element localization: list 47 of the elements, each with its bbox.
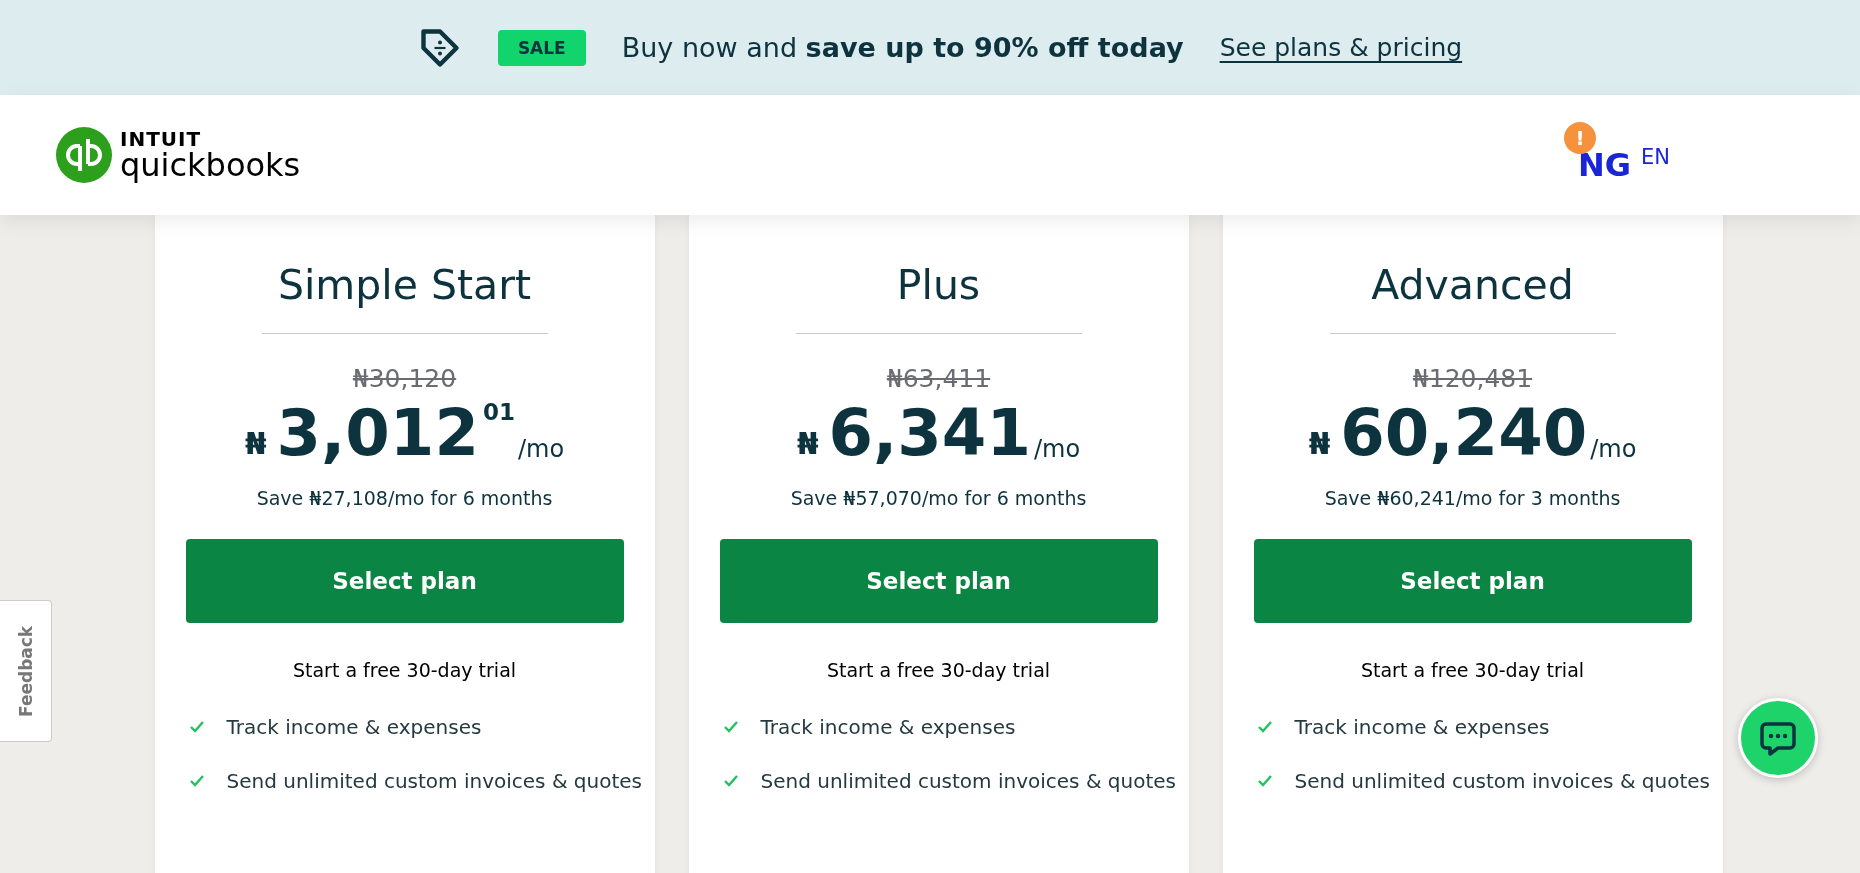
brand-name: INTUIT	[120, 129, 203, 149]
free-trial-text: Start a free 30-day trial	[292, 659, 517, 681]
price-period: /mo	[1590, 437, 1637, 461]
original-price: ₦63,411	[886, 364, 991, 393]
plan-name: Plus	[896, 261, 981, 309]
checkmark-icon	[1256, 720, 1273, 734]
checkmark-icon	[722, 774, 739, 788]
checkmark-icon	[188, 774, 205, 788]
sale-badge: SALE	[497, 29, 586, 66]
brand-name: quickbooks	[120, 149, 301, 181]
select-plan-button[interactable]: Select plan	[1253, 539, 1692, 623]
feedback-tab[interactable]: Feedback	[0, 600, 52, 742]
savings-text: Save ₦27,108/mo for 6 months	[256, 487, 553, 509]
chat-button[interactable]	[1738, 698, 1818, 778]
plans-pricing-link[interactable]: See plans & pricing	[1219, 33, 1463, 62]
original-price: ₦120,481	[1412, 364, 1533, 393]
feature-text: Track income & expenses	[1294, 715, 1550, 739]
language-selector[interactable]: EN	[1641, 145, 1670, 169]
checkmark-icon	[188, 720, 205, 734]
feature-text: Send unlimited custom invoices & quotes	[1294, 769, 1710, 793]
free-trial-text: Start a free 30-day trial	[826, 659, 1051, 681]
currency-symbol: ₦	[1308, 428, 1331, 459]
feature-text: Send unlimited custom invoices & quotes	[226, 769, 642, 793]
plan-name: Advanced	[1371, 261, 1574, 309]
price-period: /mo	[517, 437, 565, 461]
checkmark-icon	[722, 720, 739, 734]
plan-price: 3,012	[276, 401, 479, 465]
free-trial-text: Start a free 30-day trial	[1360, 659, 1585, 681]
price-cents: 01	[482, 401, 515, 424]
promo-message: Buy now and save up to 90% off today	[621, 32, 1184, 63]
plan-name: Simple Start	[277, 261, 532, 309]
feature-text: Track income & expenses	[226, 715, 482, 739]
feature-text: Send unlimited custom invoices & quotes	[760, 769, 1176, 793]
currency-symbol: ₦	[796, 428, 819, 459]
select-plan-button[interactable]: Select plan	[719, 539, 1158, 623]
plan-price: 6,341	[828, 401, 1031, 465]
plan-price: 60,240	[1340, 401, 1588, 465]
savings-text: Save ₦57,070/mo for 6 months	[790, 487, 1087, 509]
original-price: ₦30,120	[352, 364, 457, 393]
price-period: /mo	[1033, 437, 1081, 461]
feature-text: Track income & expenses	[760, 715, 1016, 739]
alert-badge: !	[1563, 122, 1596, 154]
select-plan-button[interactable]: Select plan	[185, 539, 624, 623]
savings-text: Save ₦60,241/mo for 3 months	[1324, 487, 1621, 509]
checkmark-icon	[1256, 774, 1273, 788]
logo-icon	[56, 127, 112, 183]
currency-symbol: ₦	[244, 428, 267, 459]
